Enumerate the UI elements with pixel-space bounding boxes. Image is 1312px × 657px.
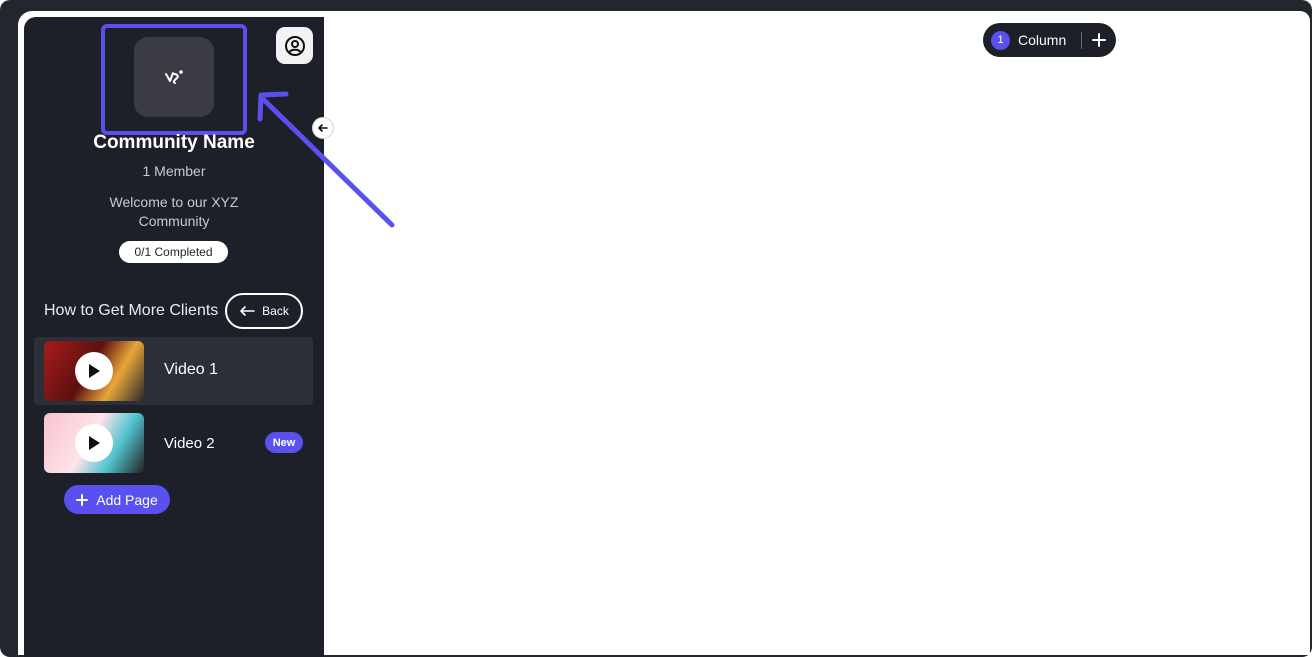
member-count: 1 Member <box>142 163 206 179</box>
community-name: Community Name <box>93 132 255 153</box>
section-title: How to Get More Clients <box>44 302 219 319</box>
new-badge: New <box>265 432 303 453</box>
plus-icon <box>76 493 89 506</box>
column-count: 1 <box>991 30 1010 50</box>
arrow-left-icon <box>240 306 255 316</box>
add-page-button[interactable]: Add Page <box>64 485 170 514</box>
welcome-text: Welcome to our XYZ Community <box>109 194 239 229</box>
app-frame: Community Name 1 Member Welcome to our X… <box>0 0 1312 657</box>
video-thumbnail <box>44 413 144 473</box>
back-label: Back <box>262 304 289 318</box>
video-list-item[interactable]: Video 2 New <box>34 409 313 477</box>
profile-button[interactable] <box>276 27 313 64</box>
plus-icon <box>1091 33 1106 47</box>
video-title: Video 2 <box>164 435 215 452</box>
video-title: Video 1 <box>164 361 218 378</box>
add-page-label: Add Page <box>96 491 158 508</box>
play-icon <box>89 364 100 378</box>
play-button[interactable] <box>75 352 113 390</box>
column-label: Column <box>1018 32 1067 48</box>
column-selector[interactable]: 1 Column <box>983 23 1116 57</box>
user-circle-icon <box>284 35 305 56</box>
add-column-button[interactable] <box>1090 32 1107 49</box>
video-thumbnail <box>44 341 144 401</box>
back-button[interactable]: Back <box>225 293 303 329</box>
play-icon <box>89 436 100 450</box>
play-button[interactable] <box>75 424 113 462</box>
divider <box>1081 31 1083 49</box>
logo-highlight-frame <box>101 24 247 135</box>
progress-badge: 0/1 Completed <box>119 241 228 263</box>
video-list-item[interactable]: Video 1 <box>34 337 313 405</box>
